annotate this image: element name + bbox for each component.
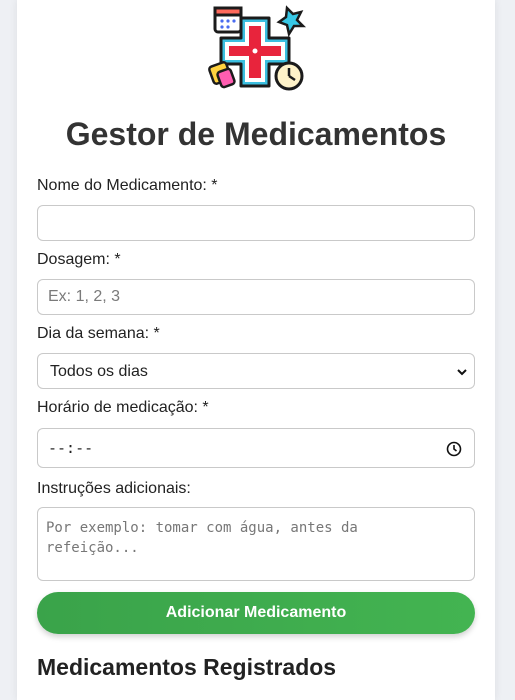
medication-name-label: Nome do Medicamento: *: [37, 177, 218, 194]
weekday-label: Dia da semana: *: [37, 325, 160, 342]
dosage-input[interactable]: Ex: 1, 2, 3: [37, 279, 475, 315]
page-title: Gestor de Medicamentos: [65, 116, 447, 152]
notes-textarea[interactable]: Por exemplo: tomar com água, antes da re…: [37, 507, 475, 581]
notes-placeholder: Por exemplo: tomar com água, antes da re…: [46, 520, 358, 556]
medication-name-input[interactable]: [37, 205, 475, 241]
registered-medications-heading: Medicamentos Registrados: [37, 654, 337, 680]
weekday-select[interactable]: Todos os dias: [37, 353, 475, 389]
notes-label: Instruções adicionais:: [37, 480, 191, 497]
weekday-selected-value: Todos os dias: [50, 363, 148, 380]
time-label: Horário de medicação: *: [37, 399, 209, 416]
dosage-label: Dosagem: *: [37, 251, 121, 268]
medical-cross-icon: [208, 5, 307, 91]
dosage-placeholder: Ex: 1, 2, 3: [48, 288, 121, 305]
chevron-down-icon: [457, 369, 467, 376]
time-value: --:--: [48, 439, 94, 457]
add-medication-button[interactable]: Adicionar Medicamento: [37, 592, 475, 634]
form-card: Gestor de Medicamentos Nome do Medicamen…: [17, 0, 495, 700]
time-input[interactable]: --:--: [37, 428, 475, 468]
clock-icon[interactable]: [446, 441, 462, 457]
